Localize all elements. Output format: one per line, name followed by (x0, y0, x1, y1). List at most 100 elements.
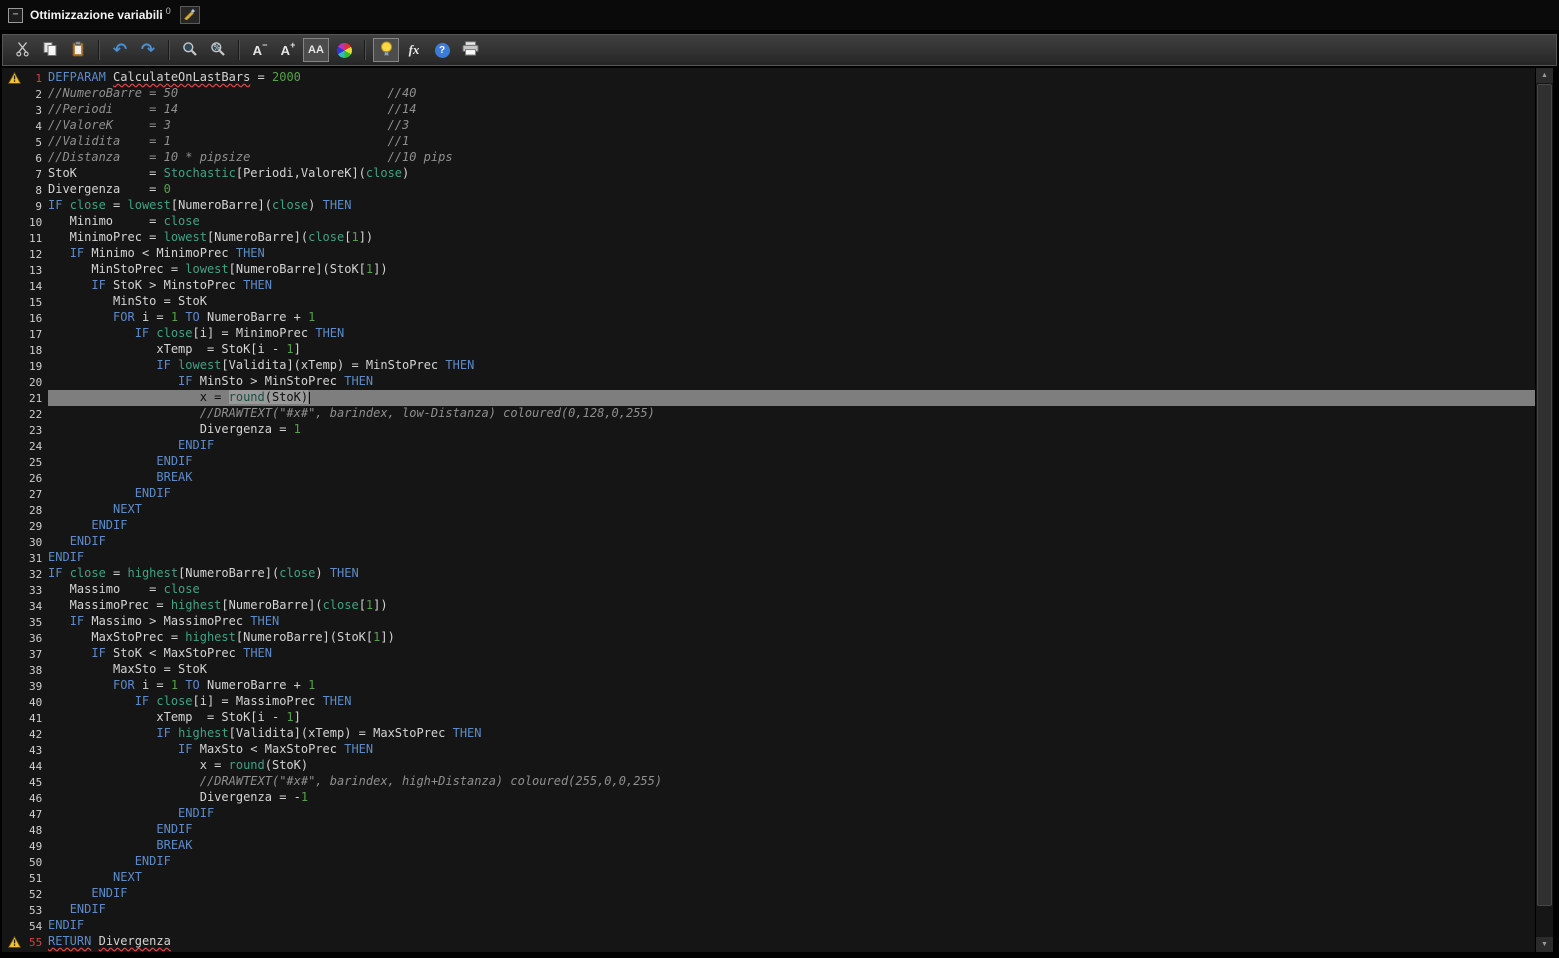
code-line[interactable]: 55 RETURN Divergenza (2, 934, 1536, 950)
code-line[interactable]: 10 Minimo = close (2, 214, 1536, 230)
code-line[interactable]: 40 IF close[i] = MassimoPrec THEN (2, 694, 1536, 710)
line-number[interactable]: 41 (29, 712, 48, 725)
line-number[interactable]: 50 (29, 856, 48, 869)
insert-function-button[interactable]: fx (401, 38, 427, 62)
line-number[interactable]: 15 (29, 296, 48, 309)
line-number[interactable]: 3 (29, 104, 48, 117)
optimization-wand-button[interactable] (179, 6, 200, 24)
code-lines[interactable]: 1 DEFPARAM CalculateOnLastBars = 2000 2//N… (2, 68, 1536, 952)
line-number[interactable]: 42 (29, 728, 48, 741)
line-number[interactable]: 20 (29, 376, 48, 389)
line-number[interactable]: 36 (29, 632, 48, 645)
code-line[interactable]: 9 IF close = lowest[NumeroBarre](close) T… (2, 198, 1536, 214)
line-number[interactable]: 22 (29, 408, 48, 421)
line-number[interactable]: 47 (29, 808, 48, 821)
line-number[interactable]: 37 (29, 648, 48, 661)
code-line[interactable]: 48 ENDIF (2, 822, 1536, 838)
code-line[interactable]: 50 ENDIF (2, 854, 1536, 870)
code-line[interactable]: 6//Distanza = 10 * pipsize //10 pips (2, 150, 1536, 166)
code-line[interactable]: 2//NumeroBarre = 50 //40 (2, 86, 1536, 102)
line-number[interactable]: 53 (29, 904, 48, 917)
line-number[interactable]: 9 (29, 200, 48, 213)
code-line[interactable]: 7 StoK = Stochastic[Periodi,ValoreK](clos… (2, 166, 1536, 182)
code-line[interactable]: 30 ENDIF (2, 534, 1536, 550)
code-line[interactable]: 39 FOR i = 1 TO NumeroBarre + 1 (2, 678, 1536, 694)
cut-button[interactable] (9, 38, 35, 62)
line-number[interactable]: 26 (29, 472, 48, 485)
line-number[interactable]: 28 (29, 504, 48, 517)
code-line[interactable]: 47 ENDIF (2, 806, 1536, 822)
warning-icon[interactable] (2, 72, 29, 84)
print-button[interactable] (457, 38, 483, 62)
code-line[interactable]: 14 IF StoK > MinstoPrec THEN (2, 278, 1536, 294)
line-number[interactable]: 33 (29, 584, 48, 597)
line-number[interactable]: 30 (29, 536, 48, 549)
code-line[interactable]: 13 MinStoPrec = lowest[NumeroBarre](StoK… (2, 262, 1536, 278)
undo-button[interactable]: ↶ (107, 38, 133, 62)
line-number[interactable]: 13 (29, 264, 48, 277)
search-button[interactable] (177, 38, 203, 62)
code-line[interactable]: 25 ENDIF (2, 454, 1536, 470)
redo-button[interactable]: ↷ (135, 38, 161, 62)
code-line[interactable]: 54 ENDIF (2, 918, 1536, 934)
code-line[interactable]: 3//Periodi = 14 //14 (2, 102, 1536, 118)
line-number[interactable]: 17 (29, 328, 48, 341)
code-line[interactable]: 19 IF lowest[Validita](xTemp) = MinStoPr… (2, 358, 1536, 374)
code-line[interactable]: 31 ENDIF (2, 550, 1536, 566)
code-line[interactable]: 28 NEXT (2, 502, 1536, 518)
copy-button[interactable] (37, 38, 63, 62)
line-number[interactable]: 7 (29, 168, 48, 181)
syntax-colors-button[interactable] (331, 38, 357, 62)
code-line[interactable]: 45 //DRAWTEXT("#x#", barindex, high+Dist… (2, 774, 1536, 790)
line-number[interactable]: 52 (29, 888, 48, 901)
line-number[interactable]: 12 (29, 248, 48, 261)
code-line[interactable]: 18 xTemp = StoK[i - 1] (2, 342, 1536, 358)
line-number[interactable]: 8 (29, 184, 48, 197)
code-line[interactable]: 52 ENDIF (2, 886, 1536, 902)
code-line[interactable]: 43 IF MaxSto < MaxStoPrec THEN (2, 742, 1536, 758)
code-line[interactable]: 8 Divergenza = 0 (2, 182, 1536, 198)
line-number[interactable]: 2 (29, 88, 48, 101)
line-number[interactable]: 34 (29, 600, 48, 613)
line-number[interactable]: 25 (29, 456, 48, 469)
code-line[interactable]: 27 ENDIF (2, 486, 1536, 502)
line-number[interactable]: 11 (29, 232, 48, 245)
line-number[interactable]: 14 (29, 280, 48, 293)
code-line[interactable]: 46 Divergenza = -1 (2, 790, 1536, 806)
increase-font-button[interactable]: A + (275, 38, 301, 62)
line-number[interactable]: 46 (29, 792, 48, 805)
code-line[interactable]: 34 MassimoPrec = highest[NumeroBarre](cl… (2, 598, 1536, 614)
line-number[interactable]: 27 (29, 488, 48, 501)
line-number[interactable]: 39 (29, 680, 48, 693)
line-number[interactable]: 5 (29, 136, 48, 149)
code-line[interactable]: 17 IF close[i] = MinimoPrec THEN (2, 326, 1536, 342)
code-line[interactable]: 38 MaxSto = StoK (2, 662, 1536, 678)
line-number[interactable]: 55 (29, 936, 48, 949)
help-button[interactable]: ? (429, 38, 455, 62)
code-line[interactable]: 42 IF highest[Validita](xTemp) = MaxStoP… (2, 726, 1536, 742)
scroll-up-button[interactable]: ▲ (1536, 68, 1553, 83)
code-line[interactable]: 44 x = round(StoK) (2, 758, 1536, 774)
code-line[interactable]: 26 BREAK (2, 470, 1536, 486)
code-line[interactable]: 41 xTemp = StoK[i - 1] (2, 710, 1536, 726)
code-line[interactable]: 22 //DRAWTEXT("#x#", barindex, low-Dista… (2, 406, 1536, 422)
code-line[interactable]: 15 MinSto = StoK (2, 294, 1536, 310)
code-line[interactable]: 37 IF StoK < MaxStoPrec THEN (2, 646, 1536, 662)
line-number[interactable]: 18 (29, 344, 48, 357)
line-number[interactable]: 1 (29, 72, 48, 85)
code-line[interactable]: 21 x = round(StoK) (2, 390, 1536, 406)
line-number[interactable]: 48 (29, 824, 48, 837)
code-line[interactable]: 5//Validita = 1 //1 (2, 134, 1536, 150)
line-number[interactable]: 23 (29, 424, 48, 437)
vertical-scrollbar[interactable]: ▲ ▼ (1535, 68, 1553, 952)
code-line[interactable]: 29 ENDIF (2, 518, 1536, 534)
line-number[interactable]: 49 (29, 840, 48, 853)
line-number[interactable]: 4 (29, 120, 48, 133)
line-number[interactable]: 19 (29, 360, 48, 373)
code-line[interactable]: 35 IF Massimo > MassimoPrec THEN (2, 614, 1536, 630)
line-number[interactable]: 16 (29, 312, 48, 325)
code-line[interactable]: 12 IF Minimo < MinimoPrec THEN (2, 246, 1536, 262)
code-line[interactable]: 53 ENDIF (2, 902, 1536, 918)
code-line[interactable]: 24 ENDIF (2, 438, 1536, 454)
code-line[interactable]: 23 Divergenza = 1 (2, 422, 1536, 438)
